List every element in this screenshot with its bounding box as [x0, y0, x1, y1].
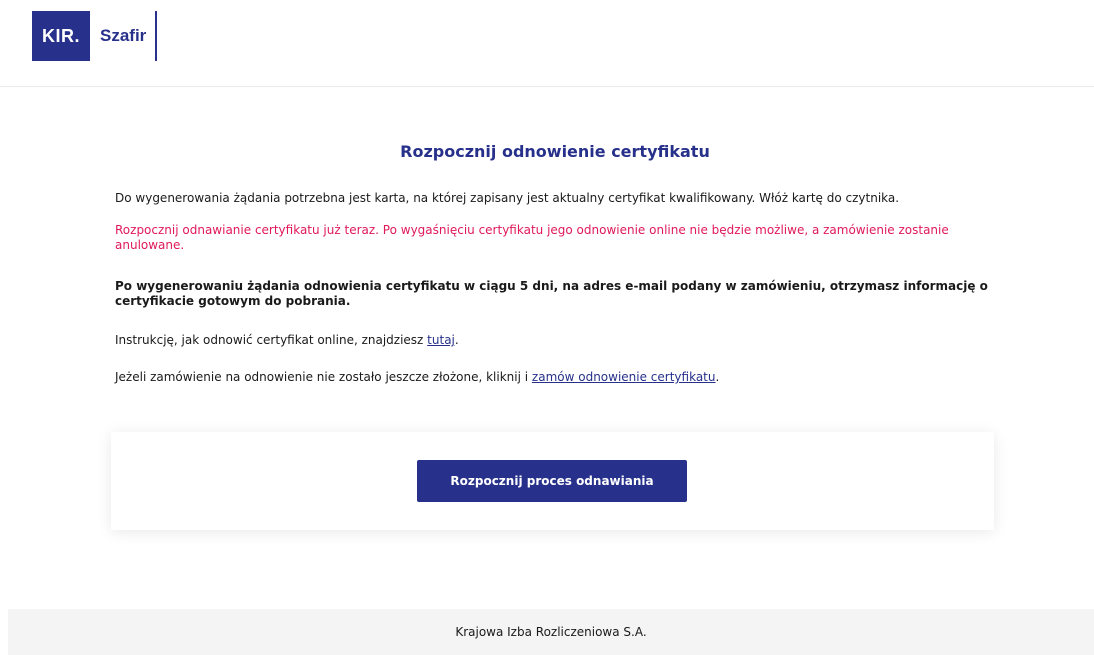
order-renewal-text: Jeżeli zamówienie na odnowienie nie zost…: [115, 370, 990, 385]
notification-info-text: Po wygenerowaniu żądania odnowienia cert…: [115, 279, 988, 308]
kir-logo: KIR.: [32, 11, 90, 61]
kir-szafir-logo[interactable]: KIR. Szafir: [32, 11, 158, 61]
start-renewal-button[interactable]: Rozpocznij proces odnawiania: [417, 460, 687, 502]
action-card: Rozpocznij proces odnawiania: [111, 432, 994, 530]
header: KIR. Szafir: [0, 0, 1094, 87]
instruction-link[interactable]: tutaj: [427, 333, 455, 347]
instruction-suffix: .: [454, 333, 459, 347]
footer: Krajowa Izba Rozliczeniowa S.A.: [8, 609, 1094, 655]
order-renewal-link[interactable]: zamów odnowienie certyfikatu: [532, 370, 716, 384]
order-suffix: .: [715, 370, 720, 384]
main-content: Rozpocznij odnowienie certyfikatu Do wyg…: [115, 130, 995, 384]
page-title: Rozpocznij odnowienie certyfikatu: [400, 142, 710, 161]
expiry-warning-text: Rozpocznij odnawianie certyfikatu już te…: [115, 223, 949, 252]
instruction-text: Instrukcję, jak odnowić certyfikat onlin…: [115, 333, 990, 348]
order-prefix: Jeżeli zamówienie na odnowienie nie zost…: [115, 370, 532, 384]
instruction-prefix: Instrukcję, jak odnowić certyfikat onlin…: [115, 333, 428, 347]
card-info-text: Do wygenerowania żądania potrzebna jest …: [115, 191, 900, 205]
szafir-logo-text: Szafir: [100, 26, 147, 45]
logo-divider: [155, 11, 158, 61]
